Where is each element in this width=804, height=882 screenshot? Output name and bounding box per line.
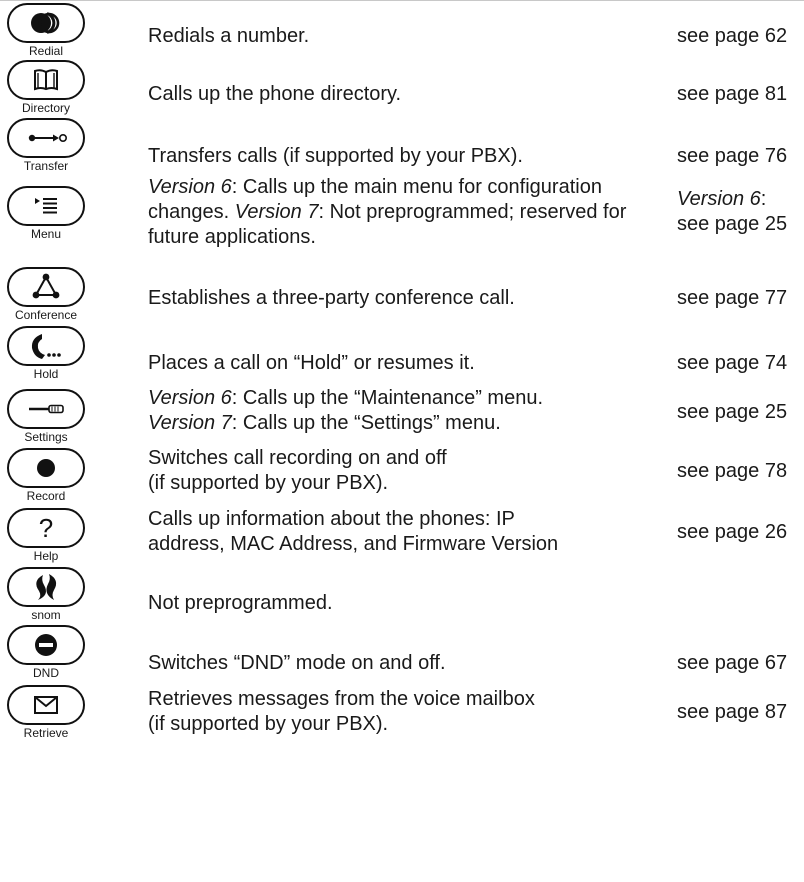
- key-label: Redial: [28, 44, 64, 58]
- key-label: Transfer: [23, 159, 69, 173]
- book-icon: [34, 69, 58, 91]
- transfer-icon: [28, 134, 67, 143]
- dnd-icon: [35, 634, 57, 656]
- page-reference[interactable]: see page 62: [677, 24, 803, 49]
- page-reference[interactable]: see page 74: [677, 351, 803, 376]
- page-reference[interactable]: see page 76: [677, 144, 803, 169]
- version-6-tag: Version 6: [148, 176, 232, 198]
- description: Calls up information about the phones: I…: [148, 508, 559, 555]
- page-reference[interactable]: see page 25: [677, 400, 803, 425]
- version-7-tag: Version 7: [234, 201, 319, 223]
- page-reference[interactable]: see page 87: [677, 700, 803, 725]
- page-reference[interactable]: see page 78: [677, 459, 803, 484]
- record-key[interactable]: Record: [4, 448, 88, 503]
- settings-key[interactable]: Settings: [4, 389, 88, 444]
- question-mark-icon: ?: [39, 513, 53, 543]
- description: Places a call on “Hold” or resumes it.: [148, 352, 475, 374]
- key-label: Conference: [14, 308, 78, 322]
- conference-triangle-icon: [32, 273, 60, 299]
- description: Calls up the phone directory.: [148, 83, 402, 105]
- record-dot-icon: [37, 459, 55, 477]
- key-label: snom: [31, 608, 61, 622]
- description: Retrieves messages from the voice mailbo…: [148, 688, 535, 735]
- menu-key[interactable]: Menu: [4, 186, 88, 241]
- phone-handset-icon: [31, 334, 61, 359]
- menu-list-icon: [35, 198, 57, 214]
- key-label: Settings: [24, 430, 68, 444]
- description: Transfers calls (if supported by your PB…: [148, 145, 523, 167]
- help-key[interactable]: ? Help: [4, 508, 88, 563]
- version-7-tag: Version 7: [148, 412, 232, 434]
- transfer-key[interactable]: Transfer: [4, 118, 88, 173]
- key-label: Help: [33, 549, 59, 563]
- redial-key[interactable]: Redial: [4, 3, 88, 58]
- description: Redials a number.: [148, 25, 310, 47]
- description: Version 6: Calls up the “Maintenance” me…: [148, 387, 544, 434]
- hold-key[interactable]: Hold: [4, 326, 88, 381]
- page-reference[interactable]: Version 6: see page 25: [677, 187, 803, 237]
- description: Establishes a three-party conference cal…: [148, 287, 515, 309]
- description: Switches call recording on and off (if s…: [148, 447, 447, 494]
- top-divider: [0, 0, 804, 1]
- description: Switches “DND” mode on and off.: [148, 652, 446, 674]
- snom-key[interactable]: snom: [4, 567, 88, 622]
- page-reference[interactable]: see page 26: [677, 520, 803, 545]
- key-label: Record: [26, 489, 66, 503]
- key-label: Directory: [21, 101, 70, 115]
- page-reference[interactable]: see page 77: [677, 286, 803, 311]
- page-reference[interactable]: see page 67: [677, 651, 803, 676]
- snom-logo-icon: [36, 574, 57, 600]
- key-label: Menu: [30, 227, 62, 241]
- description: Version 6: Calls up the main menu for co…: [148, 176, 627, 248]
- version-6-tag: Version 6: [677, 188, 761, 210]
- retrieve-key[interactable]: Retrieve: [4, 685, 88, 740]
- dnd-key[interactable]: DND: [4, 625, 88, 680]
- envelope-icon: [34, 696, 58, 714]
- svg-text:?: ?: [39, 513, 53, 543]
- key-label: DND: [33, 666, 59, 680]
- page-reference[interactable]: see page 81: [677, 82, 803, 107]
- conference-key[interactable]: Conference: [4, 267, 88, 322]
- key-label: Hold: [33, 367, 59, 381]
- description: Not preprogrammed.: [148, 592, 333, 614]
- directory-key[interactable]: Directory: [4, 60, 88, 115]
- redial-icon: [31, 12, 60, 34]
- key-label: Retrieve: [23, 726, 69, 740]
- version-6-tag: Version 6: [148, 387, 232, 409]
- settings-slider-icon: [29, 404, 64, 414]
